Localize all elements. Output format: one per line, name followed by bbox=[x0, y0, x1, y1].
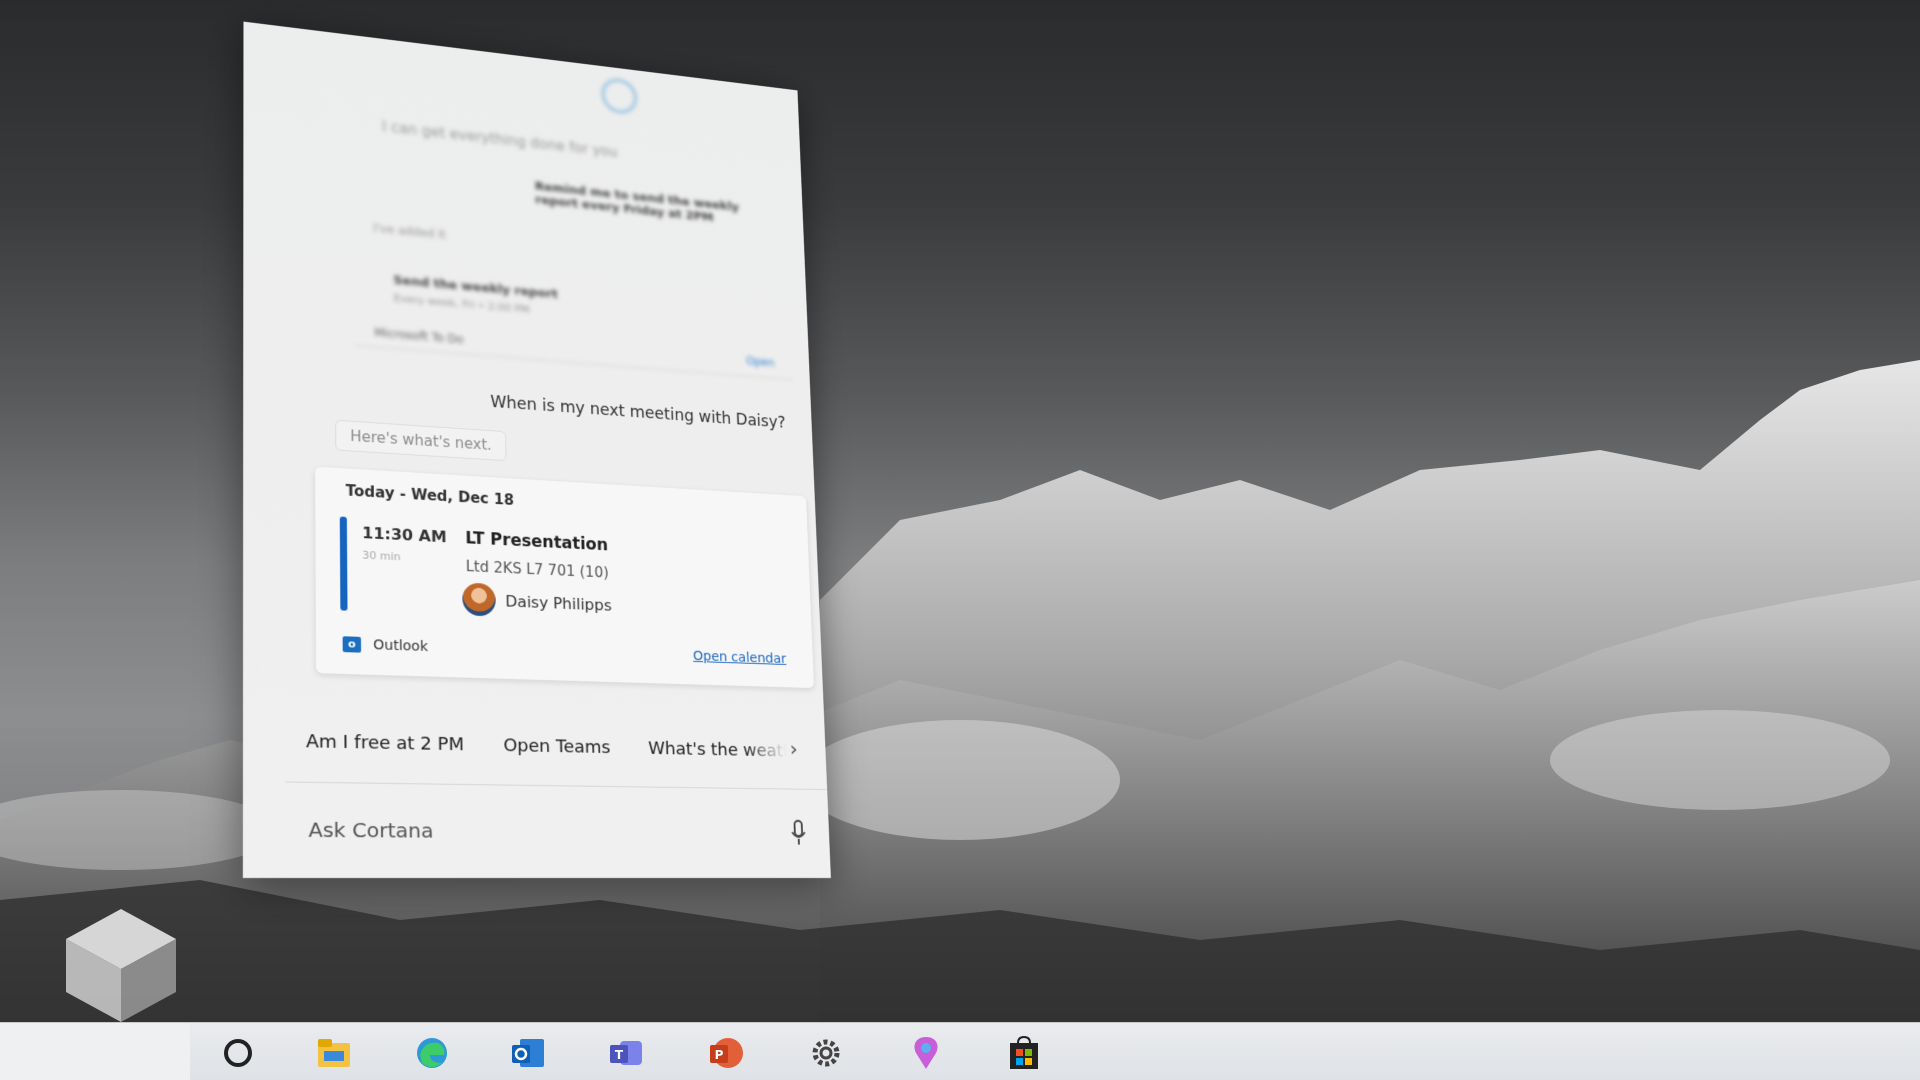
file-explorer-icon[interactable] bbox=[314, 1033, 354, 1073]
ask-cortana-input[interactable] bbox=[306, 798, 744, 863]
teams-icon[interactable]: T bbox=[606, 1033, 646, 1073]
store-icon[interactable] bbox=[1004, 1033, 1044, 1073]
microphone-icon[interactable] bbox=[789, 819, 808, 848]
previous-task-card: Send the weekly report Every week, Fri •… bbox=[353, 251, 793, 381]
divider bbox=[285, 781, 828, 791]
chevron-right-icon[interactable]: › bbox=[789, 738, 798, 762]
settings-icon[interactable] bbox=[806, 1033, 846, 1073]
meeting-source: Outlook bbox=[373, 637, 429, 655]
outlook-small-icon: o bbox=[342, 636, 362, 653]
previous-prompt: I can get everything done for you bbox=[382, 118, 618, 161]
powerpoint-icon[interactable]: P bbox=[706, 1033, 746, 1073]
meeting-time: 11:30 AM bbox=[362, 523, 447, 547]
edge-icon[interactable] bbox=[412, 1033, 452, 1073]
suggestion-chip[interactable]: Open Teams bbox=[503, 735, 610, 758]
cortana-panel: I can get everything done for you Remind… bbox=[242, 21, 831, 879]
maps-icon[interactable] bbox=[906, 1033, 946, 1073]
previous-task-source: Microsoft To Do bbox=[374, 325, 464, 347]
suggestion-chips: Am I free at 2 PM Open Teams What's the … bbox=[306, 721, 826, 770]
taskbar-search-area[interactable] bbox=[0, 1023, 190, 1080]
attendee-avatar bbox=[462, 582, 496, 617]
previous-confirmation: I've added it bbox=[373, 221, 446, 242]
meeting-title: LT Presentation bbox=[465, 528, 609, 556]
cortana-logo-icon bbox=[600, 76, 638, 116]
suggestion-chip[interactable]: Am I free at 2 PM bbox=[306, 731, 464, 755]
suggestion-chip[interactable]: What's the weather bbox=[648, 738, 787, 761]
open-calendar-link[interactable]: Open calendar bbox=[693, 649, 787, 667]
outlook-icon[interactable] bbox=[508, 1033, 548, 1073]
taskbar: T P bbox=[0, 1022, 1920, 1080]
cortana-icon[interactable] bbox=[218, 1033, 258, 1073]
meeting-room: Ltd 2KS L7 701 (10) bbox=[465, 557, 609, 582]
cortana-reply: Here's what's next. bbox=[335, 419, 507, 462]
watermark-cube-logo bbox=[66, 909, 176, 1022]
attendee-name: Daisy Philipps bbox=[505, 591, 612, 615]
meeting-card[interactable]: Today - Wed, Dec 18 11:30 AM 30 min LT P… bbox=[315, 466, 815, 689]
meeting-time-accent bbox=[339, 516, 348, 611]
user-query-bubble: When is my next meeting with Daisy? bbox=[490, 392, 786, 433]
previous-user-message: Remind me to send the weekly report ever… bbox=[534, 179, 740, 225]
meeting-date: Today - Wed, Dec 18 bbox=[345, 481, 515, 509]
meeting-duration: 30 min bbox=[362, 548, 401, 564]
previous-task-open-link[interactable]: Open bbox=[746, 354, 775, 369]
svg-text:P: P bbox=[715, 1048, 724, 1062]
svg-text:T: T bbox=[615, 1048, 624, 1062]
